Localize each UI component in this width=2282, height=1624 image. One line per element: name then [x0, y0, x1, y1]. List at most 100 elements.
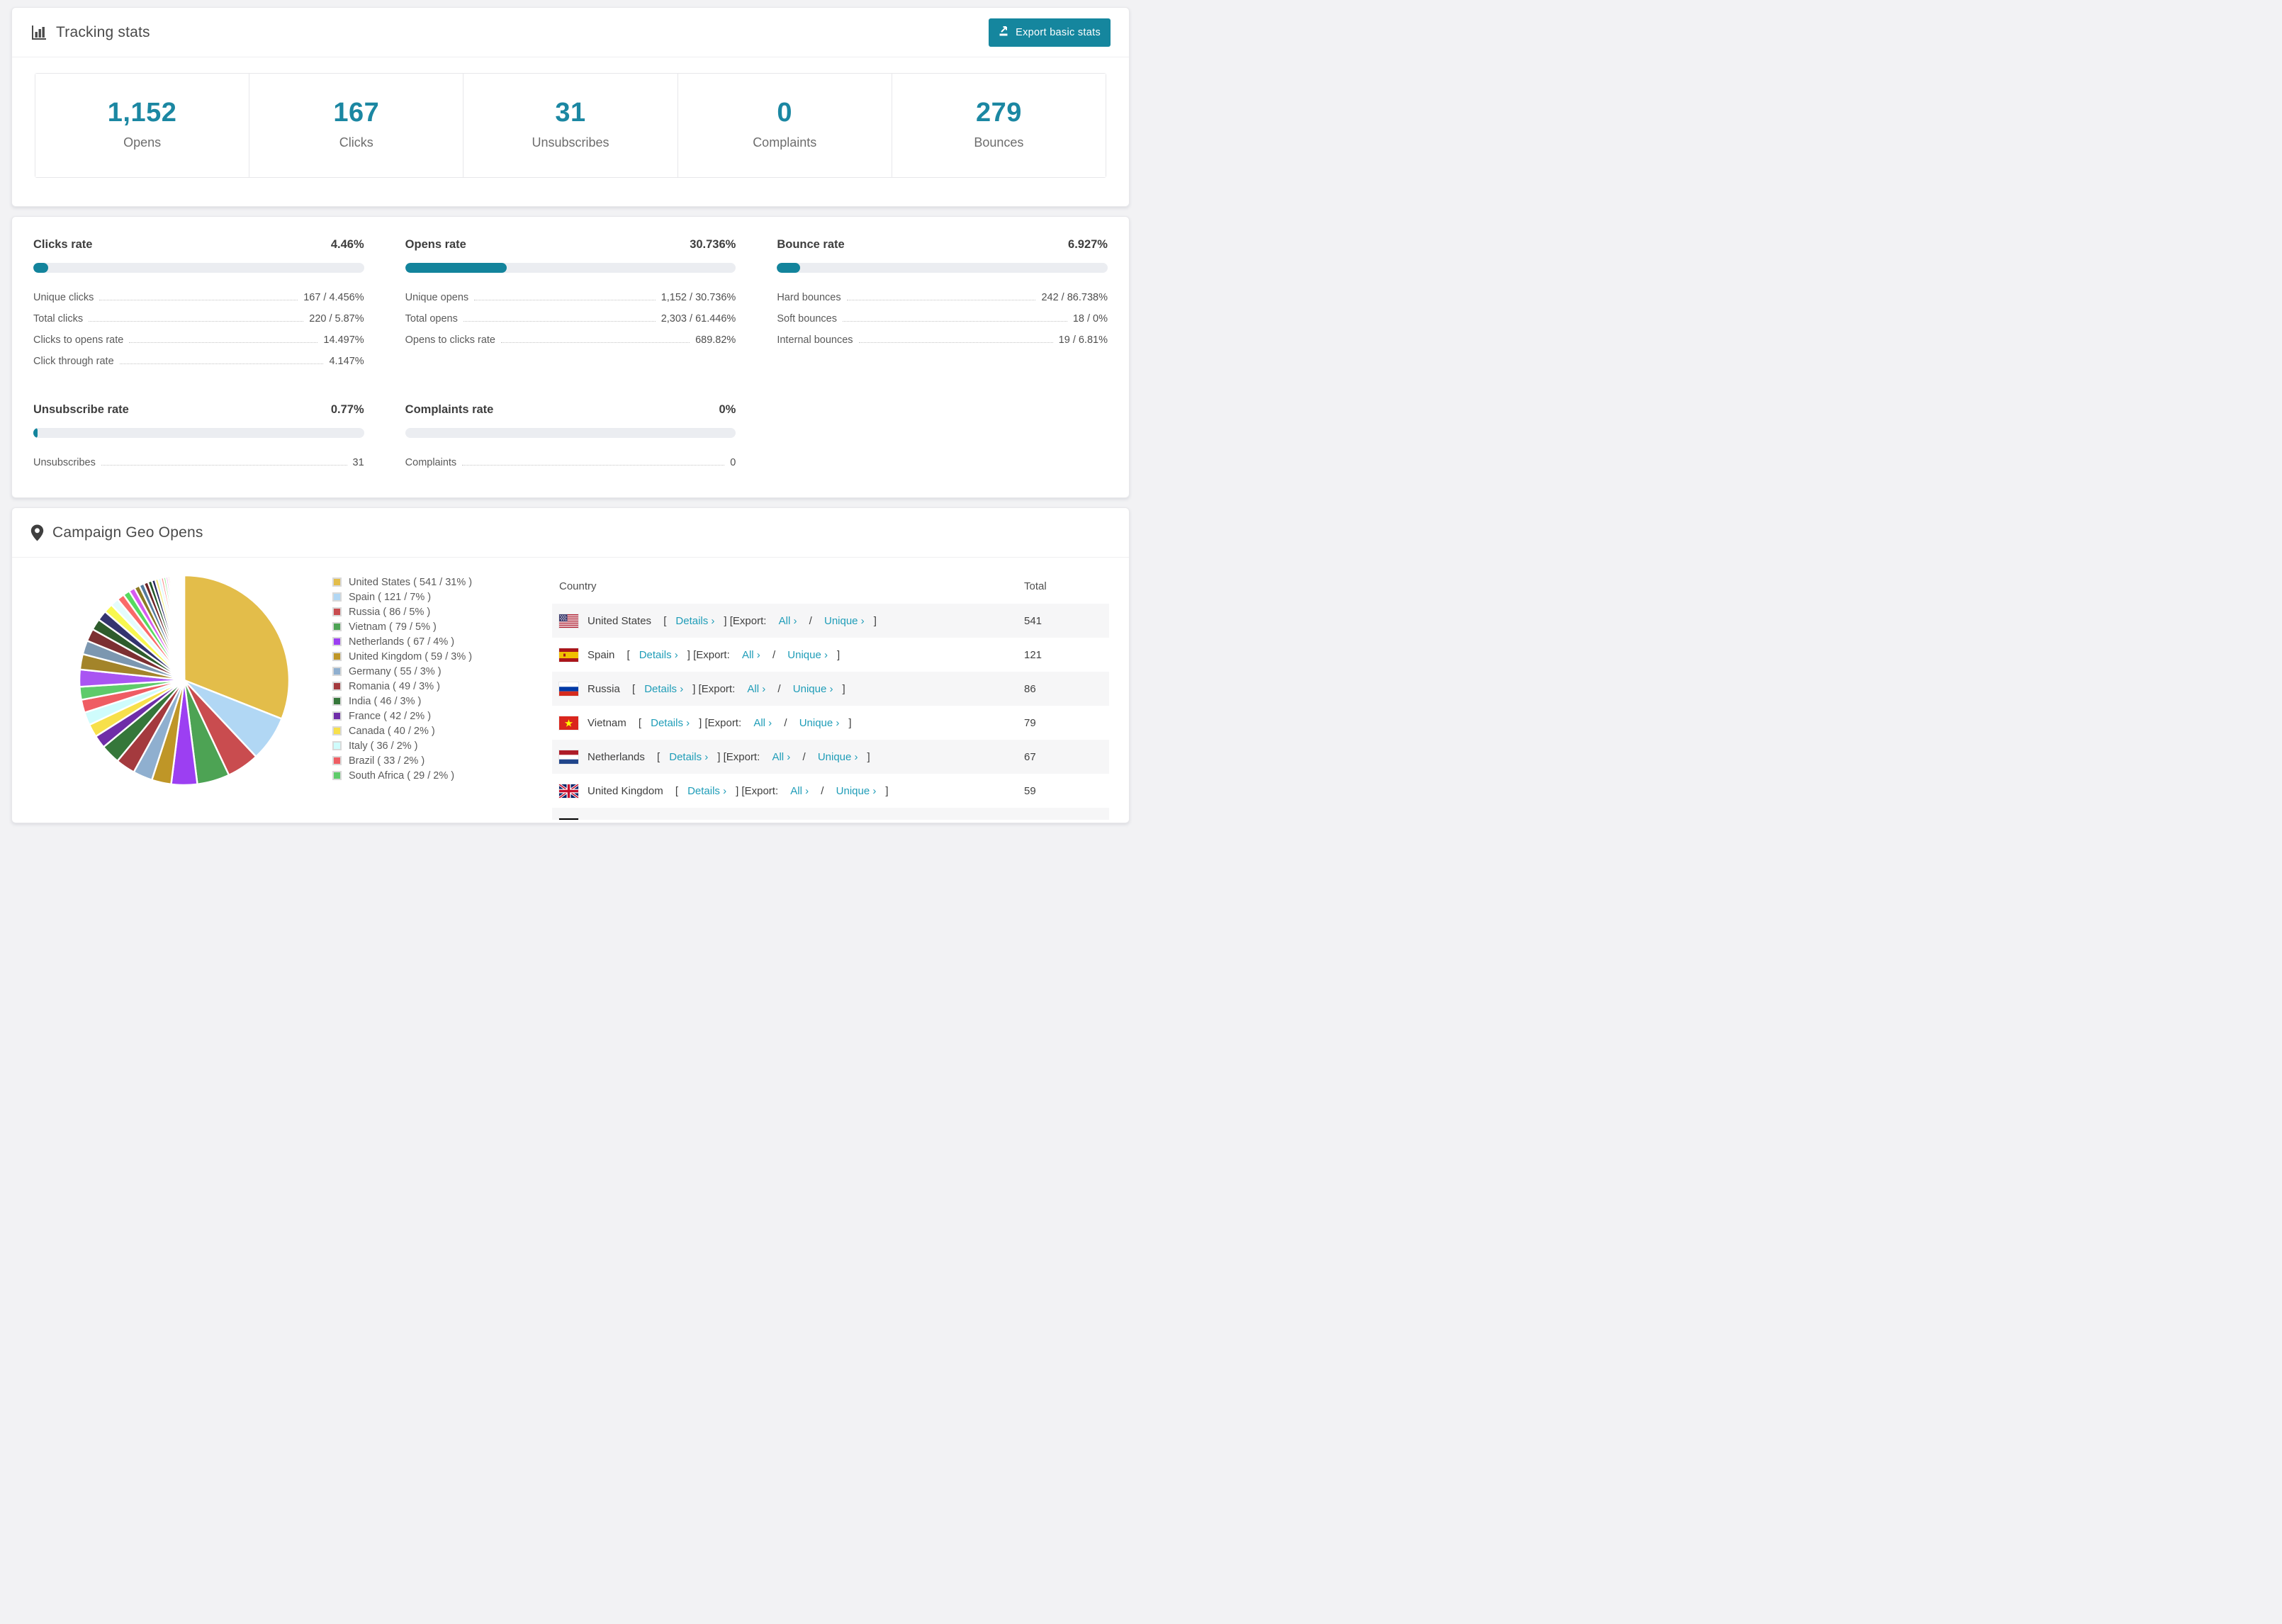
export-all-link-gb[interactable]: All ›: [790, 785, 809, 797]
legend-item-india: India ( 46 / 3% ): [332, 694, 552, 709]
progress-track: [33, 263, 364, 273]
rate-row-value: 689.82%: [695, 334, 736, 346]
country-name: United Kingdom: [588, 784, 663, 797]
flag-us-icon: [559, 614, 578, 628]
legend-swatch: [332, 726, 342, 735]
export-all-link-nl[interactable]: All ›: [772, 751, 790, 763]
rate-row-value: 2,303 / 61.446%: [661, 313, 736, 325]
legend-item-france: France ( 42 / 2% ): [332, 709, 552, 723]
export-unique-link-vn[interactable]: Unique ›: [799, 717, 840, 729]
legend-swatch: [332, 667, 342, 676]
country-name: Netherlands: [588, 750, 645, 763]
export-unique-link-us[interactable]: Unique ›: [824, 615, 865, 627]
geo-header: Campaign Geo Opens: [12, 508, 1129, 558]
rate-row-label: Unique clicks: [33, 292, 94, 303]
rate-row-value: 167 / 4.456%: [303, 292, 364, 303]
export-all-link-vn[interactable]: All ›: [753, 717, 772, 729]
geo-title-wrap: Campaign Geo Opens: [30, 524, 203, 541]
map-pin-icon: [30, 524, 44, 541]
rate-title: Clicks rate: [33, 238, 93, 251]
rate-row-value: 4.147%: [329, 356, 364, 367]
rate-row: Unique opens 1,152 / 30.736%: [405, 287, 736, 308]
stat-label: Opens: [123, 135, 162, 150]
flag-gb-icon: [559, 784, 578, 798]
stat-box-complaints: 0 Complaints: [678, 74, 892, 177]
table-row-nl: Netherlands [Details ›] [Export: All › /…: [552, 740, 1109, 774]
legend-item-brazil: Brazil ( 33 / 2% ): [332, 753, 552, 768]
dotted-leader: [129, 342, 318, 343]
details-link-us[interactable]: Details ›: [675, 615, 714, 627]
dotted-leader: [842, 321, 1067, 322]
legend-item-vietnam: Vietnam ( 79 / 5% ): [332, 619, 552, 634]
export-unique-link-ru[interactable]: Unique ›: [793, 683, 833, 695]
rate-title: Unsubscribe rate: [33, 403, 129, 416]
dotted-leader: [500, 342, 690, 343]
country-name: Germany: [588, 819, 631, 821]
export-all-link-ru[interactable]: All ›: [747, 683, 765, 695]
legend-swatch: [332, 682, 342, 691]
legend-label: United States ( 541 / 31% ): [349, 576, 473, 588]
legend-label: France ( 42 / 2% ): [349, 710, 432, 722]
stat-label: Unsubscribes: [532, 135, 609, 150]
export-all-link-es[interactable]: All ›: [742, 649, 760, 661]
rate-row: Total opens 2,303 / 61.446%: [405, 308, 736, 329]
rate-panel-clicks-rate: Clicks rate 4.46% Unique clicks 167 / 4.456…: [33, 238, 364, 372]
country-total: 86: [1024, 682, 1036, 695]
rate-value: 30.736%: [690, 238, 736, 251]
export-basic-stats-button[interactable]: Export basic stats: [989, 18, 1111, 47]
rate-row-value: 242 / 86.738%: [1041, 292, 1108, 303]
stat-value: 167: [333, 98, 380, 128]
export-unique-link-gb[interactable]: Unique ›: [836, 785, 877, 797]
export-all-link-de[interactable]: All ›: [758, 819, 777, 821]
export-icon: [999, 26, 1010, 40]
rate-row-label: Internal bounces: [777, 334, 853, 346]
export-unique-link-es[interactable]: Unique ›: [787, 649, 828, 661]
details-link-nl[interactable]: Details ›: [669, 751, 708, 763]
details-link-de[interactable]: Details ›: [656, 819, 695, 821]
rate-head: Opens rate 30.736%: [405, 238, 736, 252]
rate-row-value: 19 / 6.81%: [1058, 334, 1108, 346]
details-link-vn[interactable]: Details ›: [651, 717, 690, 729]
legend-item-germany: Germany ( 55 / 3% ): [332, 664, 552, 679]
legend-item-spain: Spain ( 121 / 7% ): [332, 590, 552, 604]
rate-row-label: Unique opens: [405, 292, 469, 303]
flag-nl-icon: [559, 750, 578, 764]
legend-item-united-states: United States ( 541 / 31% ): [332, 575, 552, 590]
country-name: Russia: [588, 682, 620, 695]
rate-row-label: Total clicks: [33, 313, 84, 325]
legend-item-south-africa: South Africa ( 29 / 2% ): [332, 768, 552, 783]
stat-value: 31: [555, 98, 586, 128]
legend-item-romania: Romania ( 49 / 3% ): [332, 679, 552, 694]
details-link-ru[interactable]: Details ›: [644, 683, 683, 695]
details-link-es[interactable]: Details ›: [639, 649, 678, 661]
campaign-geo-opens-card: Campaign Geo Opens United States ( 541 /…: [11, 507, 1130, 823]
country-name: United States: [588, 614, 652, 627]
legend-label: South Africa ( 29 / 2% ): [349, 769, 455, 782]
dotted-leader: [463, 321, 656, 322]
legend-label: Netherlands ( 67 / 4% ): [349, 636, 455, 648]
rate-head: Clicks rate 4.46%: [33, 238, 364, 252]
rate-head: Bounce rate 6.927%: [777, 238, 1108, 252]
geo-table-wrap: Country Total United States [Details ›] …: [552, 570, 1109, 820]
progress-track: [777, 263, 1108, 273]
table-row-es: Spain [Details ›] [Export: All › / Uniqu…: [552, 638, 1109, 672]
table-row-gb: United Kingdom [Details ›] [Export: All …: [552, 774, 1109, 808]
rate-row-value: 220 / 5.87%: [309, 313, 364, 325]
legend-label: Russia ( 86 / 5% ): [349, 606, 431, 618]
rate-row: Hard bounces 242 / 86.738%: [777, 287, 1108, 308]
rate-row-value: 14.497%: [323, 334, 364, 346]
legend-swatch: [332, 652, 342, 661]
stat-value: 1,152: [107, 98, 177, 128]
export-unique-link-de[interactable]: Unique ›: [804, 819, 845, 821]
rate-row: Internal bounces 19 / 6.81%: [777, 329, 1108, 351]
dotted-leader: [101, 465, 347, 466]
rate-value: 0%: [719, 403, 736, 416]
progress-fill: [777, 263, 800, 273]
flag-de-icon: [559, 818, 578, 820]
export-all-link-us[interactable]: All ›: [779, 615, 797, 627]
export-unique-link-nl[interactable]: Unique ›: [818, 751, 858, 763]
rate-row: Complaints 0: [405, 452, 736, 473]
details-link-gb[interactable]: Details ›: [687, 785, 726, 797]
rate-head: Complaints rate 0%: [405, 403, 736, 417]
legend-label: Canada ( 40 / 2% ): [349, 725, 435, 737]
